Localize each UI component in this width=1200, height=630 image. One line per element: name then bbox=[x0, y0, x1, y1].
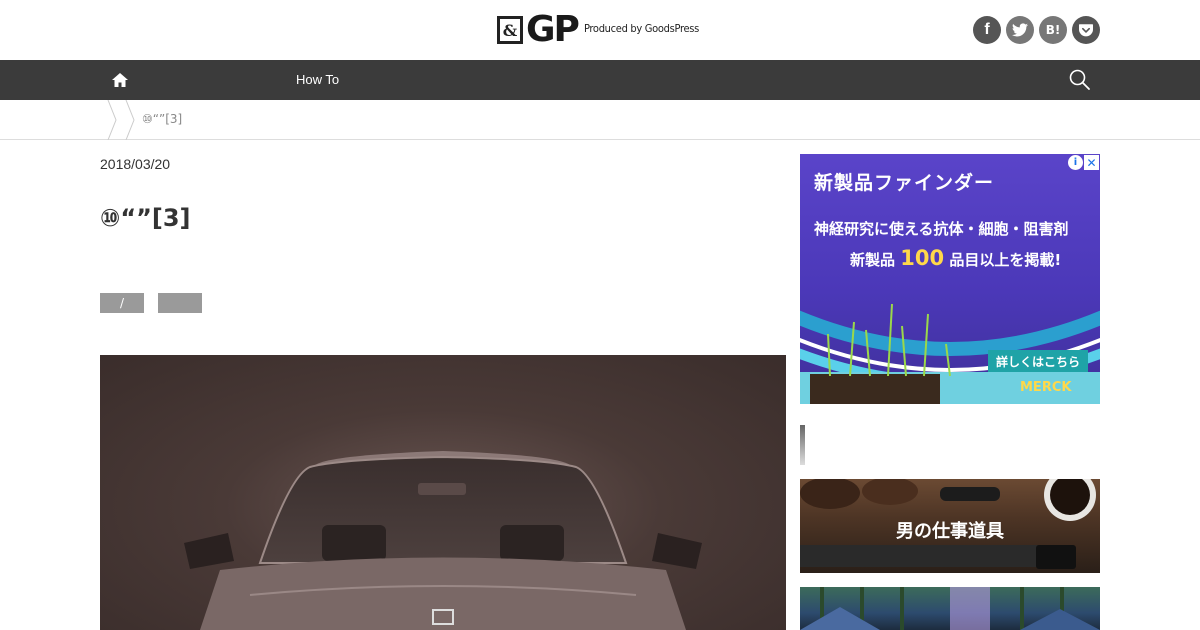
sidebar-banner-work-tools[interactable]: 男の仕事道具 bbox=[800, 479, 1100, 573]
twitter-icon bbox=[1012, 23, 1028, 37]
breadcrumb-current: ⑩“”[3] bbox=[142, 112, 183, 126]
camping-image bbox=[800, 587, 1100, 630]
sidebar-ad[interactable]: 新製品ファインダー 神経研究に使える抗体・細胞・阻害剤 新製品 100 品目以上… bbox=[800, 154, 1100, 404]
pocket-icon bbox=[1079, 24, 1093, 37]
breadcrumb-separator-icon bbox=[107, 100, 135, 140]
breadcrumb: ⑩“”[3] bbox=[0, 100, 1200, 140]
ad-line3-post: 品目以上を掲載! bbox=[949, 251, 1062, 269]
ad-info-icon[interactable]: i bbox=[1068, 155, 1083, 170]
logo-subtitle: Produced by GoodsPress bbox=[583, 22, 700, 35]
main-navbar: How To bbox=[0, 60, 1200, 100]
search-icon[interactable] bbox=[1068, 68, 1092, 92]
home-icon[interactable] bbox=[110, 70, 130, 90]
ad-brand-logo: MERCK bbox=[1020, 380, 1072, 395]
ad-line2: 神経研究に使える抗体・細胞・阻害剤 bbox=[814, 220, 1069, 238]
ad-line3-pre: 新製品 bbox=[850, 251, 896, 269]
site-header: & GP Produced by GoodsPress f B! bbox=[0, 0, 1200, 60]
facebook-share-button[interactable]: f bbox=[973, 16, 1001, 44]
logo-text: GP bbox=[526, 9, 580, 50]
ad-headline: 新製品ファインダー bbox=[814, 172, 995, 194]
article-date: 2018/03/20 bbox=[100, 156, 171, 172]
site-logo[interactable]: & GP Produced by GoodsPress bbox=[497, 12, 699, 48]
twitter-share-button[interactable] bbox=[1006, 16, 1034, 44]
nav-link-howto[interactable]: How To bbox=[296, 72, 339, 87]
ad-line3: 新製品 100 品目以上を掲載! bbox=[850, 246, 1061, 270]
article-tag[interactable]: / bbox=[100, 293, 144, 313]
ad-cta-button[interactable]: 詳しくはこちら bbox=[988, 350, 1088, 372]
facebook-icon: f bbox=[984, 21, 990, 38]
article-tag[interactable] bbox=[158, 293, 202, 313]
logo-mark: & bbox=[497, 16, 523, 44]
sidebar-section-marker bbox=[800, 425, 805, 465]
article-title: ⑩“”[3] bbox=[100, 204, 191, 232]
hatena-bookmark-button[interactable]: B! bbox=[1039, 16, 1067, 44]
car-image bbox=[184, 451, 702, 630]
article-hero-image bbox=[100, 355, 786, 630]
banner-work-tools-title: 男の仕事道具 bbox=[896, 521, 1004, 542]
hatena-icon: B! bbox=[1045, 23, 1061, 37]
pocket-button[interactable] bbox=[1072, 16, 1100, 44]
ad-close-icon[interactable]: ✕ bbox=[1084, 155, 1099, 170]
sidebar-banner-camping[interactable] bbox=[800, 587, 1100, 630]
ad-line3-num: 100 bbox=[900, 246, 945, 270]
